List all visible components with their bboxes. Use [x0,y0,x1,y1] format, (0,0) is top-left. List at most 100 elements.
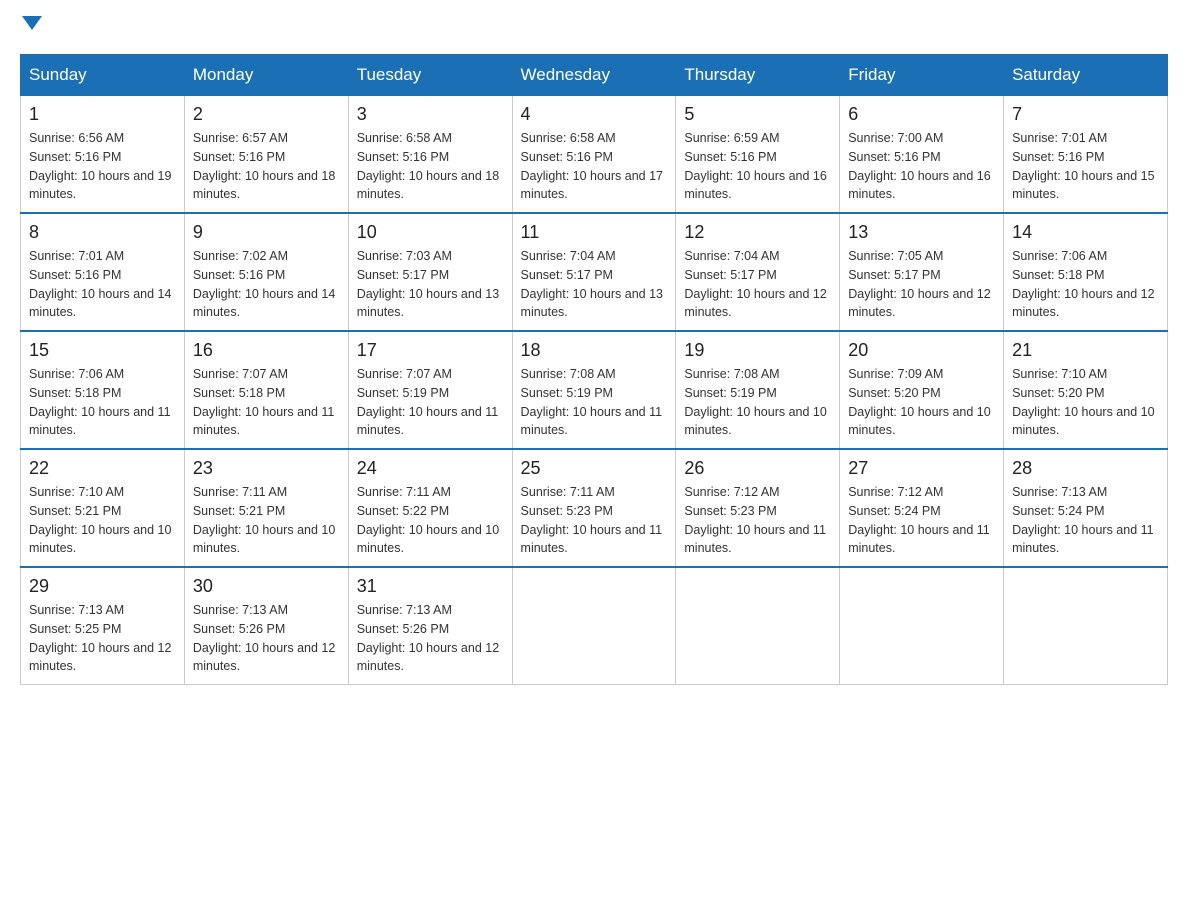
header-cell-sunday: Sunday [21,55,185,96]
day-cell: 20 Sunrise: 7:09 AMSunset: 5:20 PMDayligh… [840,331,1004,449]
logo [20,20,42,34]
day-cell: 7 Sunrise: 7:01 AMSunset: 5:16 PMDaylight… [1004,96,1168,214]
day-cell: 18 Sunrise: 7:08 AMSunset: 5:19 PMDayligh… [512,331,676,449]
day-number: 5 [684,104,831,125]
day-info: Sunrise: 7:03 AMSunset: 5:17 PMDaylight:… [357,247,504,322]
day-cell: 8Sunrise: 7:01 AMSunset: 5:16 PMDaylight… [21,213,185,331]
calendar-header: SundayMondayTuesdayWednesdayThursdayFrid… [21,55,1168,96]
day-info: Sunrise: 7:11 AMSunset: 5:23 PMDaylight:… [521,483,668,558]
day-info: Sunrise: 7:09 AMSunset: 5:20 PMDaylight:… [848,365,995,440]
day-cell: 23 Sunrise: 7:11 AMSunset: 5:21 PMDayligh… [184,449,348,567]
day-info: Sunrise: 7:02 AMSunset: 5:16 PMDaylight:… [193,247,340,322]
day-info: Sunrise: 6:58 AMSunset: 5:16 PMDaylight:… [357,129,504,204]
day-number: 11 [521,222,668,243]
header-cell-wednesday: Wednesday [512,55,676,96]
day-number: 25 [521,458,668,479]
day-cell: 19 Sunrise: 7:08 AMSunset: 5:19 PMDayligh… [676,331,840,449]
header-row: SundayMondayTuesdayWednesdayThursdayFrid… [21,55,1168,96]
header-cell-saturday: Saturday [1004,55,1168,96]
day-info: Sunrise: 7:06 AMSunset: 5:18 PMDaylight:… [29,365,176,440]
day-info: Sunrise: 7:10 AMSunset: 5:21 PMDaylight:… [29,483,176,558]
day-info: Sunrise: 7:12 AMSunset: 5:24 PMDaylight:… [848,483,995,558]
day-cell: 5Sunrise: 6:59 AMSunset: 5:16 PMDaylight… [676,96,840,214]
day-number: 30 [193,576,340,597]
day-number: 14 [1012,222,1159,243]
day-cell: 25 Sunrise: 7:11 AMSunset: 5:23 PMDayligh… [512,449,676,567]
day-info: Sunrise: 7:08 AMSunset: 5:19 PMDaylight:… [521,365,668,440]
calendar-body: 1 Sunrise: 6:56 AMSunset: 5:16 PMDaylight… [21,96,1168,685]
day-number: 6 [848,104,995,125]
day-number: 17 [357,340,504,361]
day-number: 23 [193,458,340,479]
day-cell [512,567,676,685]
day-info: Sunrise: 7:04 AMSunset: 5:17 PMDaylight:… [521,247,668,322]
day-number: 10 [357,222,504,243]
day-info: Sunrise: 7:11 AMSunset: 5:21 PMDaylight:… [193,483,340,558]
day-info: Sunrise: 7:05 AMSunset: 5:17 PMDaylight:… [848,247,995,322]
day-number: 19 [684,340,831,361]
day-number: 16 [193,340,340,361]
week-row-5: 29Sunrise: 7:13 AMSunset: 5:25 PMDayligh… [21,567,1168,685]
day-info: Sunrise: 7:11 AMSunset: 5:22 PMDaylight:… [357,483,504,558]
day-number: 22 [29,458,176,479]
day-cell: 31Sunrise: 7:13 AMSunset: 5:26 PMDayligh… [348,567,512,685]
day-info: Sunrise: 7:07 AMSunset: 5:19 PMDaylight:… [357,365,504,440]
day-cell: 12Sunrise: 7:04 AMSunset: 5:17 PMDayligh… [676,213,840,331]
day-number: 3 [357,104,504,125]
day-cell: 2Sunrise: 6:57 AMSunset: 5:16 PMDaylight… [184,96,348,214]
day-number: 20 [848,340,995,361]
week-row-4: 22 Sunrise: 7:10 AMSunset: 5:21 PMDayligh… [21,449,1168,567]
header-cell-friday: Friday [840,55,1004,96]
day-info: Sunrise: 7:08 AMSunset: 5:19 PMDaylight:… [684,365,831,440]
header-cell-tuesday: Tuesday [348,55,512,96]
day-number: 15 [29,340,176,361]
day-cell: 10 Sunrise: 7:03 AMSunset: 5:17 PMDayligh… [348,213,512,331]
header-cell-thursday: Thursday [676,55,840,96]
day-info: Sunrise: 6:58 AMSunset: 5:16 PMDaylight:… [521,129,668,204]
calendar-table: SundayMondayTuesdayWednesdayThursdayFrid… [20,54,1168,685]
day-cell: 14 Sunrise: 7:06 AMSunset: 5:18 PMDayligh… [1004,213,1168,331]
day-cell: 28Sunrise: 7:13 AMSunset: 5:24 PMDayligh… [1004,449,1168,567]
day-number: 18 [521,340,668,361]
day-cell [840,567,1004,685]
day-number: 13 [848,222,995,243]
day-info: Sunrise: 7:10 AMSunset: 5:20 PMDaylight:… [1012,365,1159,440]
day-cell: 24 Sunrise: 7:11 AMSunset: 5:22 PMDayligh… [348,449,512,567]
day-number: 24 [357,458,504,479]
day-cell: 9 Sunrise: 7:02 AMSunset: 5:16 PMDaylight… [184,213,348,331]
day-info: Sunrise: 7:00 AMSunset: 5:16 PMDaylight:… [848,129,995,204]
day-number: 21 [1012,340,1159,361]
week-row-1: 1 Sunrise: 6:56 AMSunset: 5:16 PMDaylight… [21,96,1168,214]
day-cell: 16 Sunrise: 7:07 AMSunset: 5:18 PMDayligh… [184,331,348,449]
day-cell: 6 Sunrise: 7:00 AMSunset: 5:16 PMDaylight… [840,96,1004,214]
day-info: Sunrise: 7:01 AMSunset: 5:16 PMDaylight:… [29,247,176,322]
day-info: Sunrise: 7:04 AMSunset: 5:17 PMDaylight:… [684,247,831,322]
day-info: Sunrise: 7:06 AMSunset: 5:18 PMDaylight:… [1012,247,1159,322]
day-cell: 3 Sunrise: 6:58 AMSunset: 5:16 PMDaylight… [348,96,512,214]
day-number: 26 [684,458,831,479]
day-cell: 29Sunrise: 7:13 AMSunset: 5:25 PMDayligh… [21,567,185,685]
day-cell: 13 Sunrise: 7:05 AMSunset: 5:17 PMDayligh… [840,213,1004,331]
day-info: Sunrise: 7:13 AMSunset: 5:26 PMDaylight:… [357,601,504,676]
week-row-2: 8Sunrise: 7:01 AMSunset: 5:16 PMDaylight… [21,213,1168,331]
header-cell-monday: Monday [184,55,348,96]
day-number: 9 [193,222,340,243]
day-info: Sunrise: 7:13 AMSunset: 5:25 PMDaylight:… [29,601,176,676]
day-info: Sunrise: 6:56 AMSunset: 5:16 PMDaylight:… [29,129,176,204]
day-info: Sunrise: 7:13 AMSunset: 5:26 PMDaylight:… [193,601,340,676]
day-cell: 27Sunrise: 7:12 AMSunset: 5:24 PMDayligh… [840,449,1004,567]
day-cell: 26 Sunrise: 7:12 AMSunset: 5:23 PMDayligh… [676,449,840,567]
day-info: Sunrise: 7:13 AMSunset: 5:24 PMDaylight:… [1012,483,1159,558]
day-cell: 22 Sunrise: 7:10 AMSunset: 5:21 PMDayligh… [21,449,185,567]
page-header [20,20,1168,34]
logo-triangle-icon [22,16,42,30]
day-cell: 11 Sunrise: 7:04 AMSunset: 5:17 PMDayligh… [512,213,676,331]
day-info: Sunrise: 7:12 AMSunset: 5:23 PMDaylight:… [684,483,831,558]
day-info: Sunrise: 7:01 AMSunset: 5:16 PMDaylight:… [1012,129,1159,204]
day-number: 7 [1012,104,1159,125]
day-number: 1 [29,104,176,125]
week-row-3: 15 Sunrise: 7:06 AMSunset: 5:18 PMDayligh… [21,331,1168,449]
day-cell: 30 Sunrise: 7:13 AMSunset: 5:26 PMDayligh… [184,567,348,685]
day-info: Sunrise: 7:07 AMSunset: 5:18 PMDaylight:… [193,365,340,440]
day-cell: 4Sunrise: 6:58 AMSunset: 5:16 PMDaylight… [512,96,676,214]
